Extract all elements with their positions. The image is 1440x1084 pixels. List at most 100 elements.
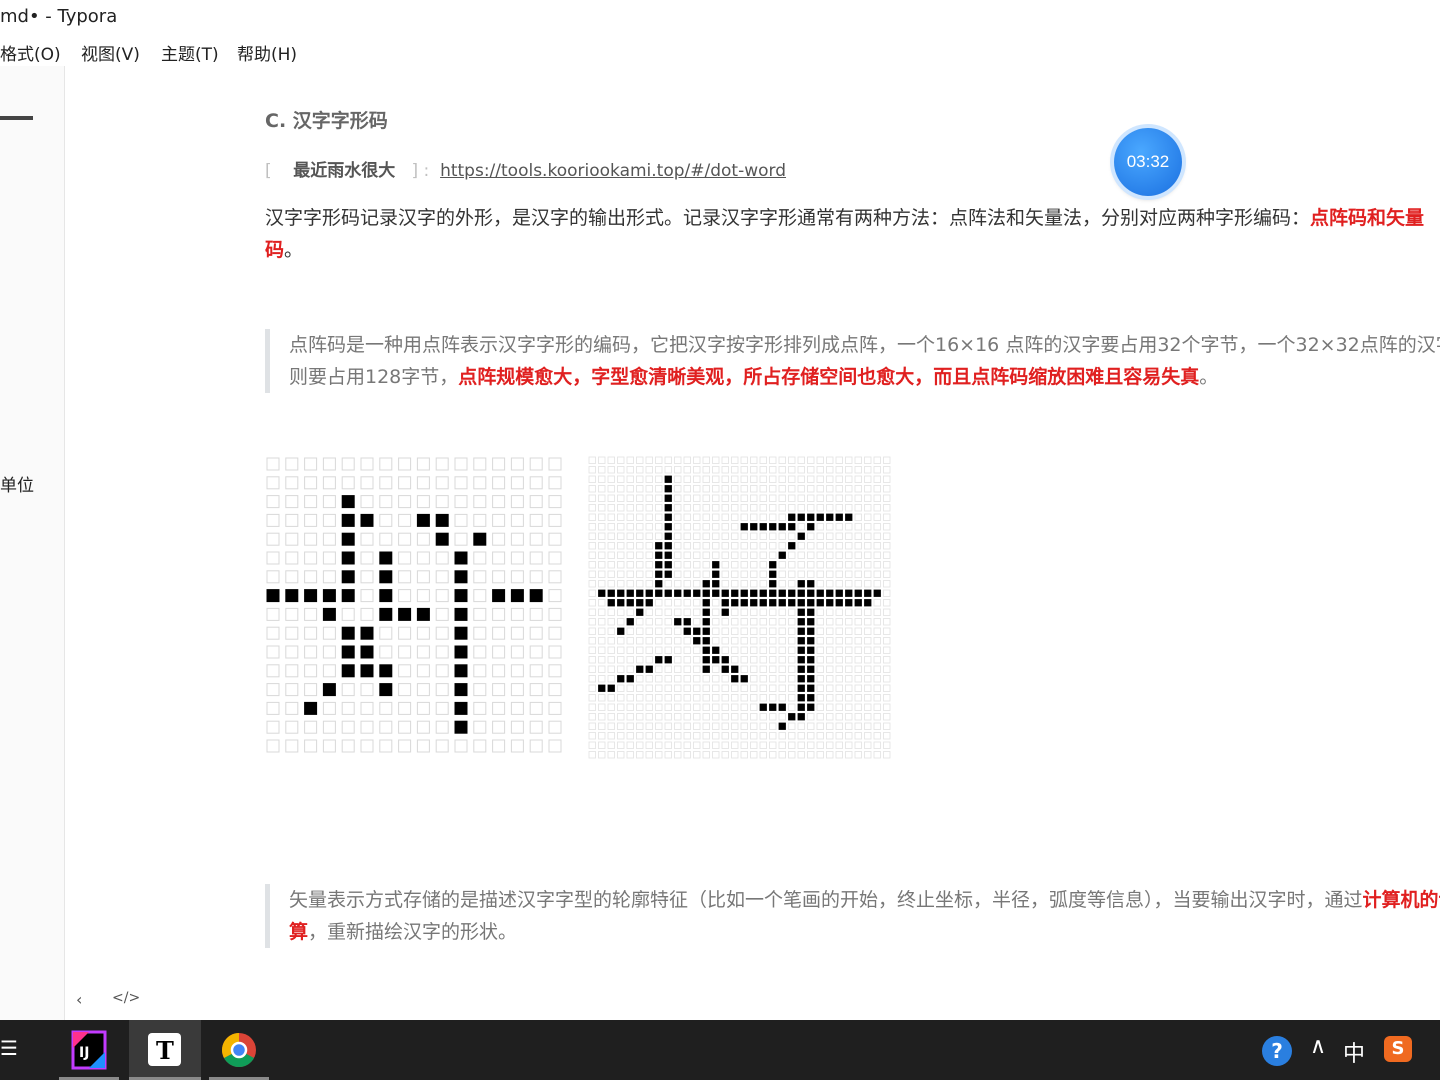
dot-off: [750, 570, 758, 578]
dot-off: [845, 504, 853, 512]
dot-off: [845, 722, 853, 730]
dot-off: [588, 599, 596, 607]
chevron-left-icon[interactable]: ‹: [76, 990, 82, 1009]
help-icon[interactable]: ?: [1262, 1036, 1292, 1066]
menu-format[interactable]: 格式(O): [0, 40, 61, 65]
dot-off: [731, 466, 739, 474]
dot-off: [598, 656, 606, 664]
dot-off: [454, 476, 468, 490]
dot-on: [683, 589, 691, 597]
dot-off: [510, 739, 524, 753]
dot-off: [529, 476, 543, 490]
dot-off: [645, 637, 653, 645]
dot-off: [721, 523, 729, 531]
dot-off: [759, 741, 767, 749]
dot-off: [645, 494, 653, 502]
typora-icon[interactable]: T: [129, 1020, 201, 1080]
dot-off: [636, 570, 644, 578]
dot-off: [797, 551, 805, 559]
dot-off: [702, 485, 710, 493]
dot-off: [759, 646, 767, 654]
dot-off: [360, 551, 374, 565]
dot-off: [398, 626, 412, 640]
dot-off: [607, 551, 615, 559]
chrome-icon[interactable]: [209, 1020, 269, 1080]
recording-timer[interactable]: 03:32: [1114, 128, 1182, 196]
dot-on: [655, 551, 663, 559]
menu-view[interactable]: 视图(V): [81, 40, 140, 65]
dot-off: [816, 694, 824, 702]
dot-off: [740, 532, 748, 540]
dot-off: [636, 466, 644, 474]
dot-off: [873, 551, 881, 559]
ime-indicator[interactable]: 中: [1343, 1036, 1365, 1068]
dot-off: [492, 551, 506, 565]
dot-off: [674, 713, 682, 721]
dot-off: [674, 637, 682, 645]
dot-off: [788, 494, 796, 502]
dot-off: [835, 608, 843, 616]
dot-off: [598, 532, 606, 540]
dot-off: [664, 694, 672, 702]
dot-off: [674, 532, 682, 540]
dot-off: [826, 637, 834, 645]
source-code-icon[interactable]: </>: [112, 990, 140, 1006]
dot-off: [473, 513, 487, 527]
dot-off: [807, 570, 815, 578]
dot-on: [473, 532, 487, 546]
dot-off: [617, 494, 625, 502]
dot-off: [873, 722, 881, 730]
editor-pane[interactable]: C. 汉字字形码 [ 最近雨水很大 ] : https://tools.koor…: [65, 66, 1440, 1020]
dot-off: [731, 656, 739, 664]
sidebar-item-fragment[interactable]: 单位: [0, 471, 34, 496]
dot-off: [769, 542, 777, 550]
menu-help[interactable]: 帮助(H): [237, 40, 297, 65]
task-view-icon[interactable]: ☰: [0, 1036, 18, 1060]
dot-off: [655, 466, 663, 474]
dot-off: [598, 504, 606, 512]
dot-off: [416, 645, 430, 659]
dot-off: [683, 466, 691, 474]
dot-off: [510, 645, 524, 659]
dot-off: [807, 751, 815, 759]
dot-off: [807, 485, 815, 493]
chevron-up-icon[interactable]: ∧: [1310, 1034, 1326, 1059]
dot-off: [769, 637, 777, 645]
dot-off: [788, 570, 796, 578]
menu-theme[interactable]: 主题(T): [161, 40, 219, 65]
dot-off: [750, 542, 758, 550]
dot-on: [341, 551, 355, 565]
dot-off: [510, 607, 524, 621]
dot-off: [674, 542, 682, 550]
dot-off: [626, 570, 634, 578]
dot-off: [702, 675, 710, 683]
sogou-icon[interactable]: S: [1384, 1036, 1412, 1062]
dot-on: [797, 532, 805, 540]
dot-off: [778, 675, 786, 683]
dot-off: [588, 703, 596, 711]
dot-off: [674, 494, 682, 502]
dot-off: [826, 523, 834, 531]
dot-off: [683, 523, 691, 531]
dot-on: [454, 551, 468, 565]
dot-off: [807, 542, 815, 550]
dot-off: [816, 675, 824, 683]
dot-off: [769, 751, 777, 759]
dot-off: [816, 608, 824, 616]
intro-end: 。: [284, 239, 304, 261]
dot-on: [322, 607, 336, 621]
dot-off: [816, 523, 824, 531]
dot-off: [266, 457, 280, 471]
dot-off: [864, 732, 872, 740]
dot-off: [322, 532, 336, 546]
dot-off: [360, 607, 374, 621]
source-link[interactable]: https://tools.kooriookami.top/#/dot-word: [440, 161, 786, 181]
intellij-icon[interactable]: IJ: [59, 1020, 119, 1080]
dot-off: [379, 532, 393, 546]
dot-off: [285, 495, 299, 509]
dot-off: [816, 684, 824, 692]
dot-off: [702, 532, 710, 540]
dot-off: [398, 551, 412, 565]
dot-off: [854, 713, 862, 721]
dot-off: [607, 532, 615, 540]
